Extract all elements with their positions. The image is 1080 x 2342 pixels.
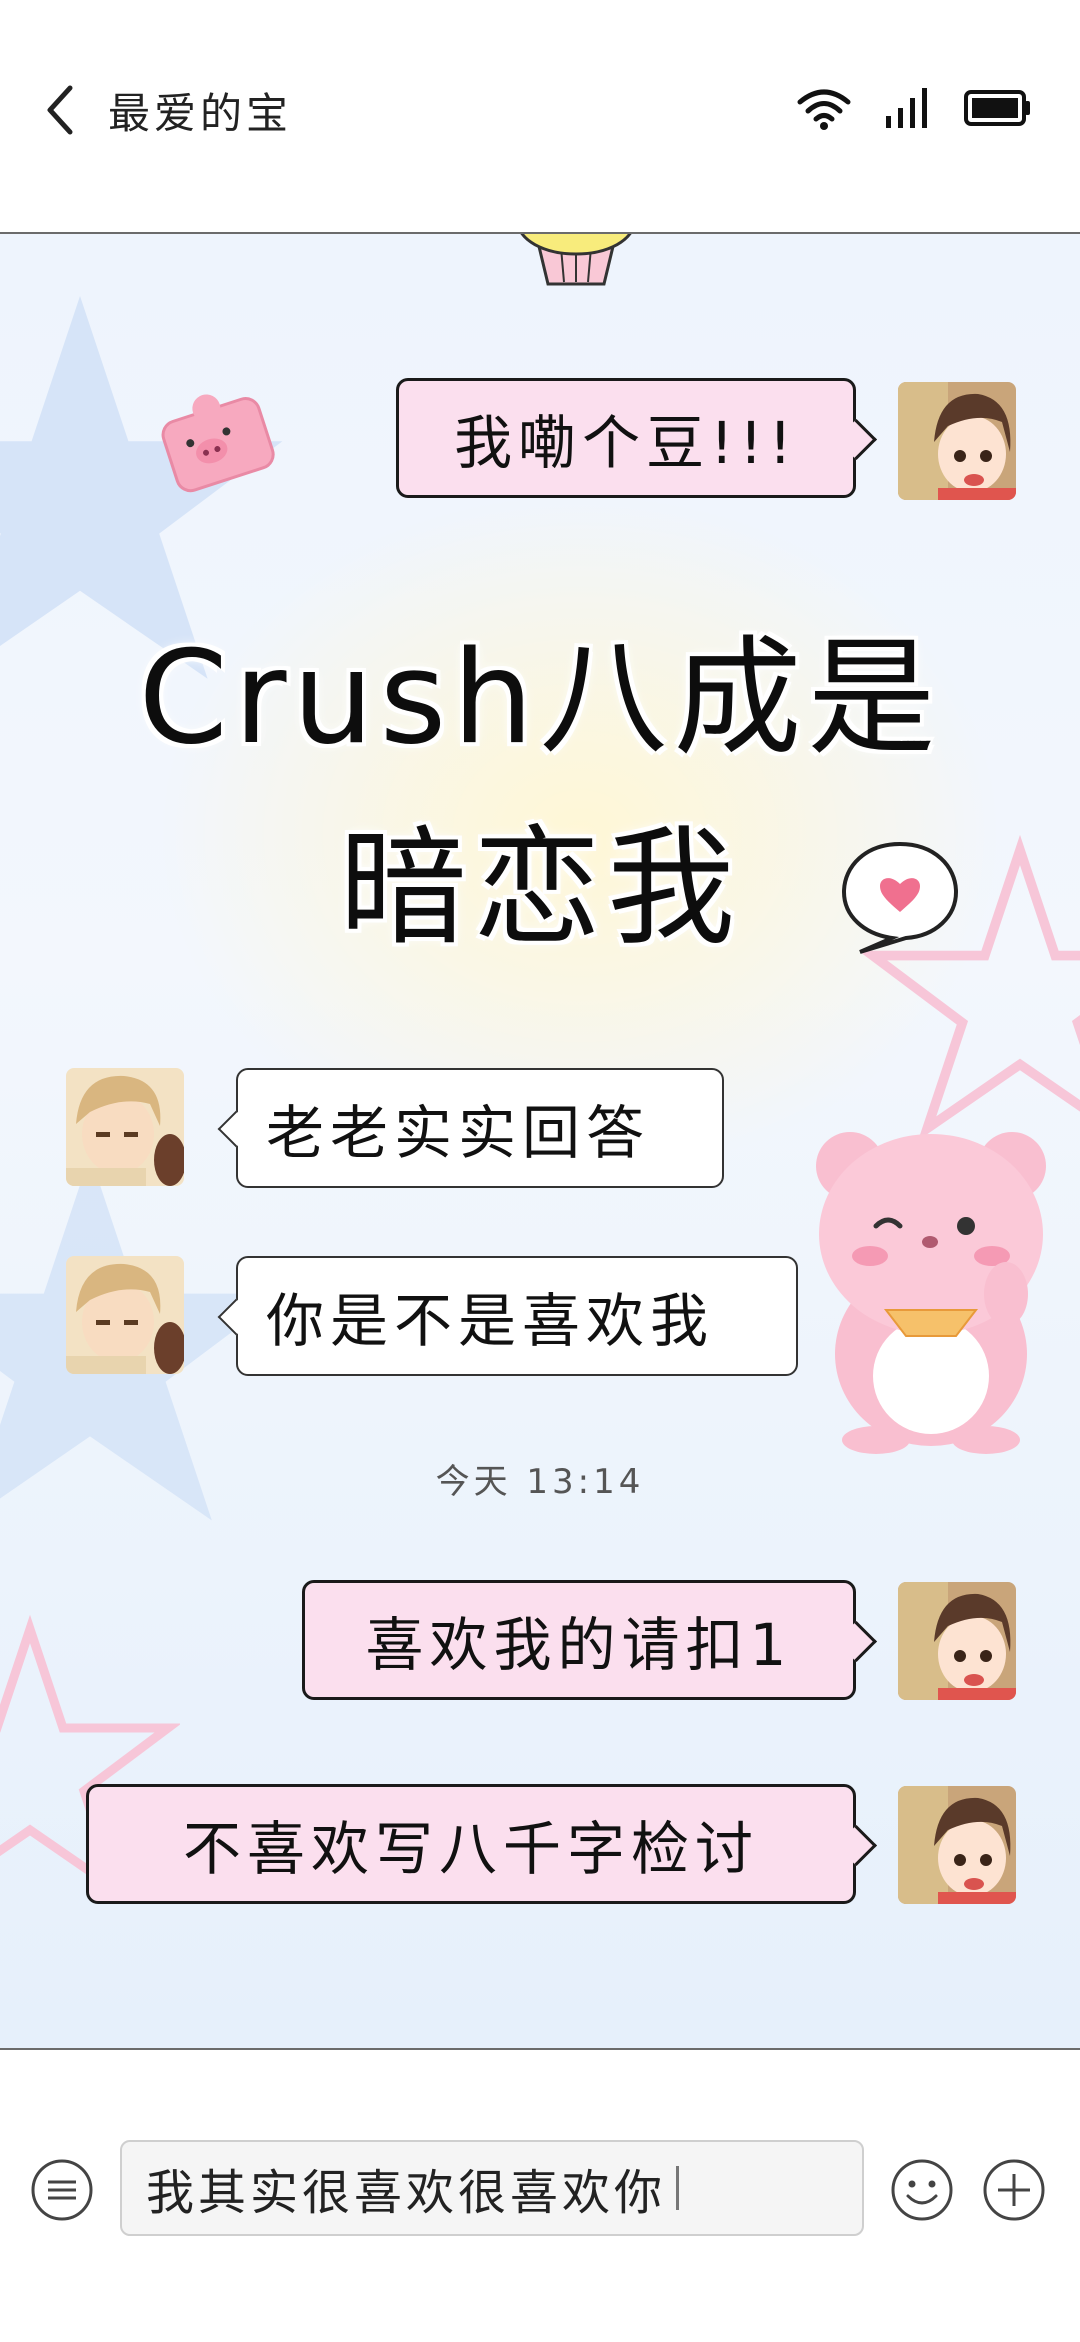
top-bar: 最爱的宝 [0, 0, 1080, 234]
avatar-contact[interactable] [66, 1068, 184, 1186]
chat-title: 最爱的宝 [108, 89, 293, 138]
message-bubble[interactable]: 不喜欢写八千字检讨 [86, 1784, 878, 1904]
avatar-contact[interactable] [66, 1256, 184, 1374]
message-text: 不喜欢写八千字检讨 [182, 1815, 759, 1883]
message-bubble[interactable]: 你是不是喜欢我 [217, 1256, 798, 1376]
message-input-text: 我其实很喜欢很喜欢你 [146, 2165, 667, 2221]
message-input[interactable]: 我其实很喜欢很喜欢你 [120, 2140, 864, 2236]
composer-bar: 我其实很喜欢很喜欢你 [0, 2048, 1080, 2342]
message-bubble[interactable]: 老老实实回答 [217, 1068, 724, 1188]
status-icons [796, 86, 1032, 130]
message-text: 你是不是喜欢我 [266, 1287, 715, 1355]
heart-speech-icon [841, 841, 959, 954]
chat-area[interactable]: 我嘞个豆!!! Crush八成是 暗恋我 老老实实回答 你是不是喜欢我 今天 1… [0, 234, 1080, 2048]
message-text: 喜欢我的请扣1 [365, 1611, 793, 1679]
chevron-left-icon[interactable] [40, 80, 80, 140]
pig-puzzle-sticker [161, 394, 275, 493]
text-caret [676, 2166, 680, 2210]
avatar-self[interactable] [898, 1582, 1016, 1700]
signal-icon [886, 88, 927, 128]
avatar-self[interactable] [898, 1786, 1016, 1904]
message-bubble[interactable]: 喜欢我的请扣1 [302, 1580, 878, 1700]
wifi-icon [797, 89, 851, 130]
add-icon[interactable] [982, 2158, 1046, 2222]
avatar-self[interactable] [898, 382, 1016, 500]
timestamp: 今天 13:14 [435, 1462, 645, 1502]
pink-bear-sticker [816, 1132, 1046, 1454]
menu-icon[interactable] [30, 2158, 94, 2222]
message-text: 我嘞个豆!!! [454, 409, 798, 477]
message-bubble[interactable]: 我嘞个豆!!! [396, 378, 878, 498]
message-text: 老老实实回答 [266, 1099, 651, 1167]
headline-line1: Crush八成是 [138, 624, 942, 773]
cupcake-icon [520, 234, 632, 286]
emoji-icon[interactable] [890, 2158, 954, 2222]
battery-icon [964, 90, 1030, 126]
